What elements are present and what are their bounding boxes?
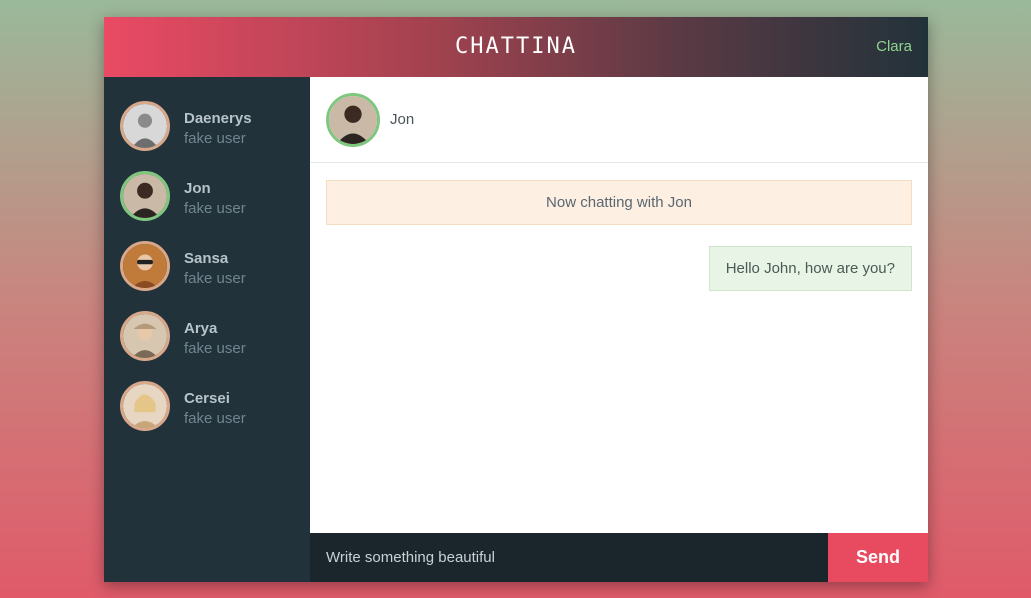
- avatar-daenerys: [120, 101, 170, 151]
- contact-name: Arya: [184, 320, 218, 337]
- contact-subtitle: fake user: [184, 130, 246, 147]
- avatar-jon: [120, 171, 170, 221]
- message-bubble-sent: Hello John, how are you?: [708, 246, 912, 291]
- chat-panel: Jon Now chatting with Jon Hello John, ho…: [310, 77, 928, 533]
- system-message: Now chatting with Jon: [326, 180, 912, 225]
- contact-item-sansa[interactable]: Sansa fake user: [120, 241, 300, 297]
- contact-item-arya[interactable]: Arya fake user: [120, 311, 300, 367]
- contact-name: Sansa: [184, 250, 229, 267]
- message-composer: Send: [310, 533, 928, 582]
- avatar-cersei: [120, 381, 170, 431]
- current-user-name[interactable]: Clara: [876, 17, 912, 77]
- contacts-sidebar: Daenerys fake user Jon fake user Sansa f…: [104, 77, 310, 582]
- app-title: CHATTINA: [455, 34, 577, 59]
- contact-subtitle: fake user: [184, 270, 246, 287]
- avatar-arya: [120, 311, 170, 361]
- contact-subtitle: fake user: [184, 410, 246, 427]
- avatar-sansa: [120, 241, 170, 291]
- send-button[interactable]: Send: [828, 533, 928, 582]
- chat-contact-name: Jon: [390, 111, 415, 128]
- contact-item-daenerys[interactable]: Daenerys fake user: [120, 101, 300, 157]
- app-header: CHATTINA Clara: [104, 17, 928, 77]
- contact-item-cersei[interactable]: Cersei fake user: [120, 381, 300, 437]
- message-input[interactable]: [310, 533, 828, 582]
- contact-subtitle: fake user: [184, 340, 246, 357]
- contact-name: Jon: [184, 180, 211, 197]
- chat-contact-avatar: [326, 93, 380, 147]
- contact-item-jon[interactable]: Jon fake user: [120, 171, 300, 227]
- chat-header: Jon: [310, 77, 928, 163]
- contact-name: Daenerys: [184, 110, 252, 127]
- chat-window: CHATTINA Clara Daenerys fake user Jon fa…: [104, 17, 928, 582]
- contact-subtitle: fake user: [184, 200, 246, 217]
- contact-name: Cersei: [184, 390, 230, 407]
